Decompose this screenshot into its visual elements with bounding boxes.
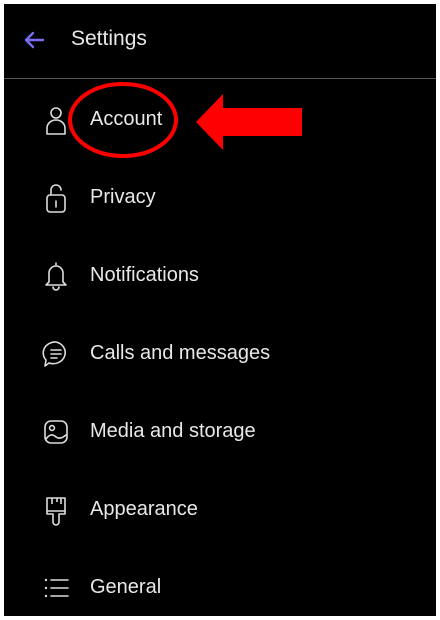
person-icon (46, 107, 66, 135)
back-button[interactable] (18, 24, 50, 56)
settings-item-label: Media and storage (90, 420, 256, 442)
list-icon (44, 578, 69, 598)
paint-brush-icon (46, 497, 66, 526)
settings-item-label: Privacy (90, 186, 156, 208)
settings-item-label: Notifications (90, 264, 199, 286)
settings-item-privacy[interactable]: Privacy (4, 160, 436, 236)
app-bar: Settings (4, 4, 436, 78)
arrow-left-icon (24, 31, 45, 49)
settings-item-label: Appearance (90, 498, 198, 520)
settings-item-appearance[interactable]: Appearance (4, 472, 436, 548)
settings-item-calls-and-messages[interactable]: Calls and messages (4, 316, 436, 392)
lock-icon (46, 184, 66, 213)
chat-bubble-icon (42, 341, 66, 367)
settings-item-label: Account (90, 108, 163, 130)
bell-icon (45, 262, 67, 291)
page-title: Settings (71, 27, 147, 50)
settings-item-notifications[interactable]: Notifications (4, 238, 436, 314)
settings-item-general[interactable]: General (4, 550, 436, 616)
settings-item-label: Calls and messages (90, 342, 271, 364)
image-icon (44, 420, 68, 444)
settings-item-media-and-storage[interactable]: Media and storage (4, 394, 436, 470)
settings-item-label: General (90, 576, 162, 598)
header-divider (4, 78, 436, 79)
settings-item-account[interactable]: Account (4, 82, 436, 158)
settings-screen: Settings Account Privacy Notifications C… (4, 4, 436, 616)
